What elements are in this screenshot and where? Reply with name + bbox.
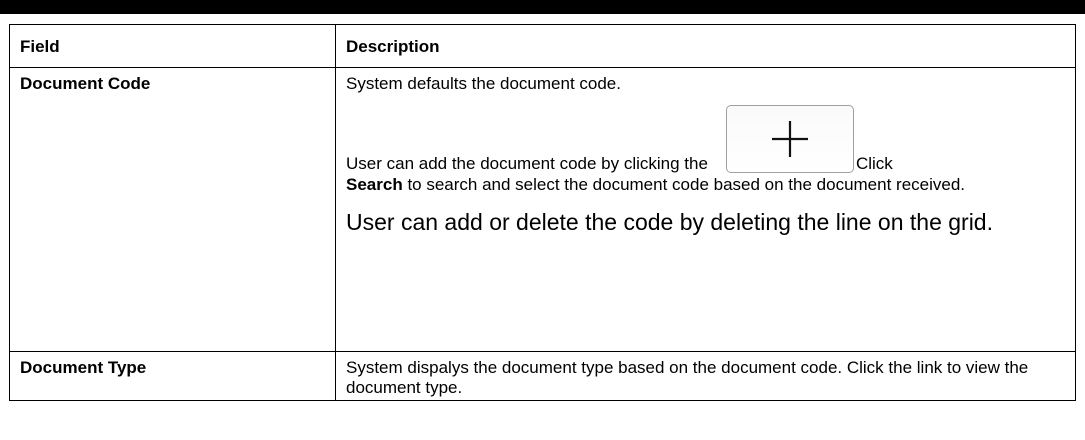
header-description: Description [335, 24, 1076, 68]
description-cell: System defaults the document code. User … [335, 67, 1076, 352]
header-field-label: Field [20, 37, 60, 56]
table-header-row: Field Description [9, 24, 1076, 68]
top-rule [0, 0, 1085, 14]
table-row: Document Type System dispalys the docume… [9, 351, 1076, 401]
header-description-label: Description [346, 37, 440, 56]
search-term: Search [346, 175, 403, 194]
field-cell: Document Code [9, 67, 336, 352]
description-text: User can add or delete the code by delet… [346, 209, 993, 235]
field-cell: Document Type [9, 351, 336, 401]
plus-icon [771, 121, 808, 157]
description-text: User can add the document code by clicki… [346, 105, 1065, 195]
table-row: Document Code System defaults the docume… [9, 67, 1076, 352]
header-field: Field [9, 24, 336, 68]
description-cell: System dispalys the document type based … [335, 351, 1076, 401]
field-description-table: Field Description Document Code System d… [9, 24, 1076, 401]
description-text: System dispalys the document type based … [346, 358, 1029, 397]
field-name: Document Code [20, 74, 151, 93]
description-text: System defaults the document code. [346, 74, 621, 93]
field-name: Document Type [20, 358, 147, 377]
add-button-image [710, 105, 856, 175]
